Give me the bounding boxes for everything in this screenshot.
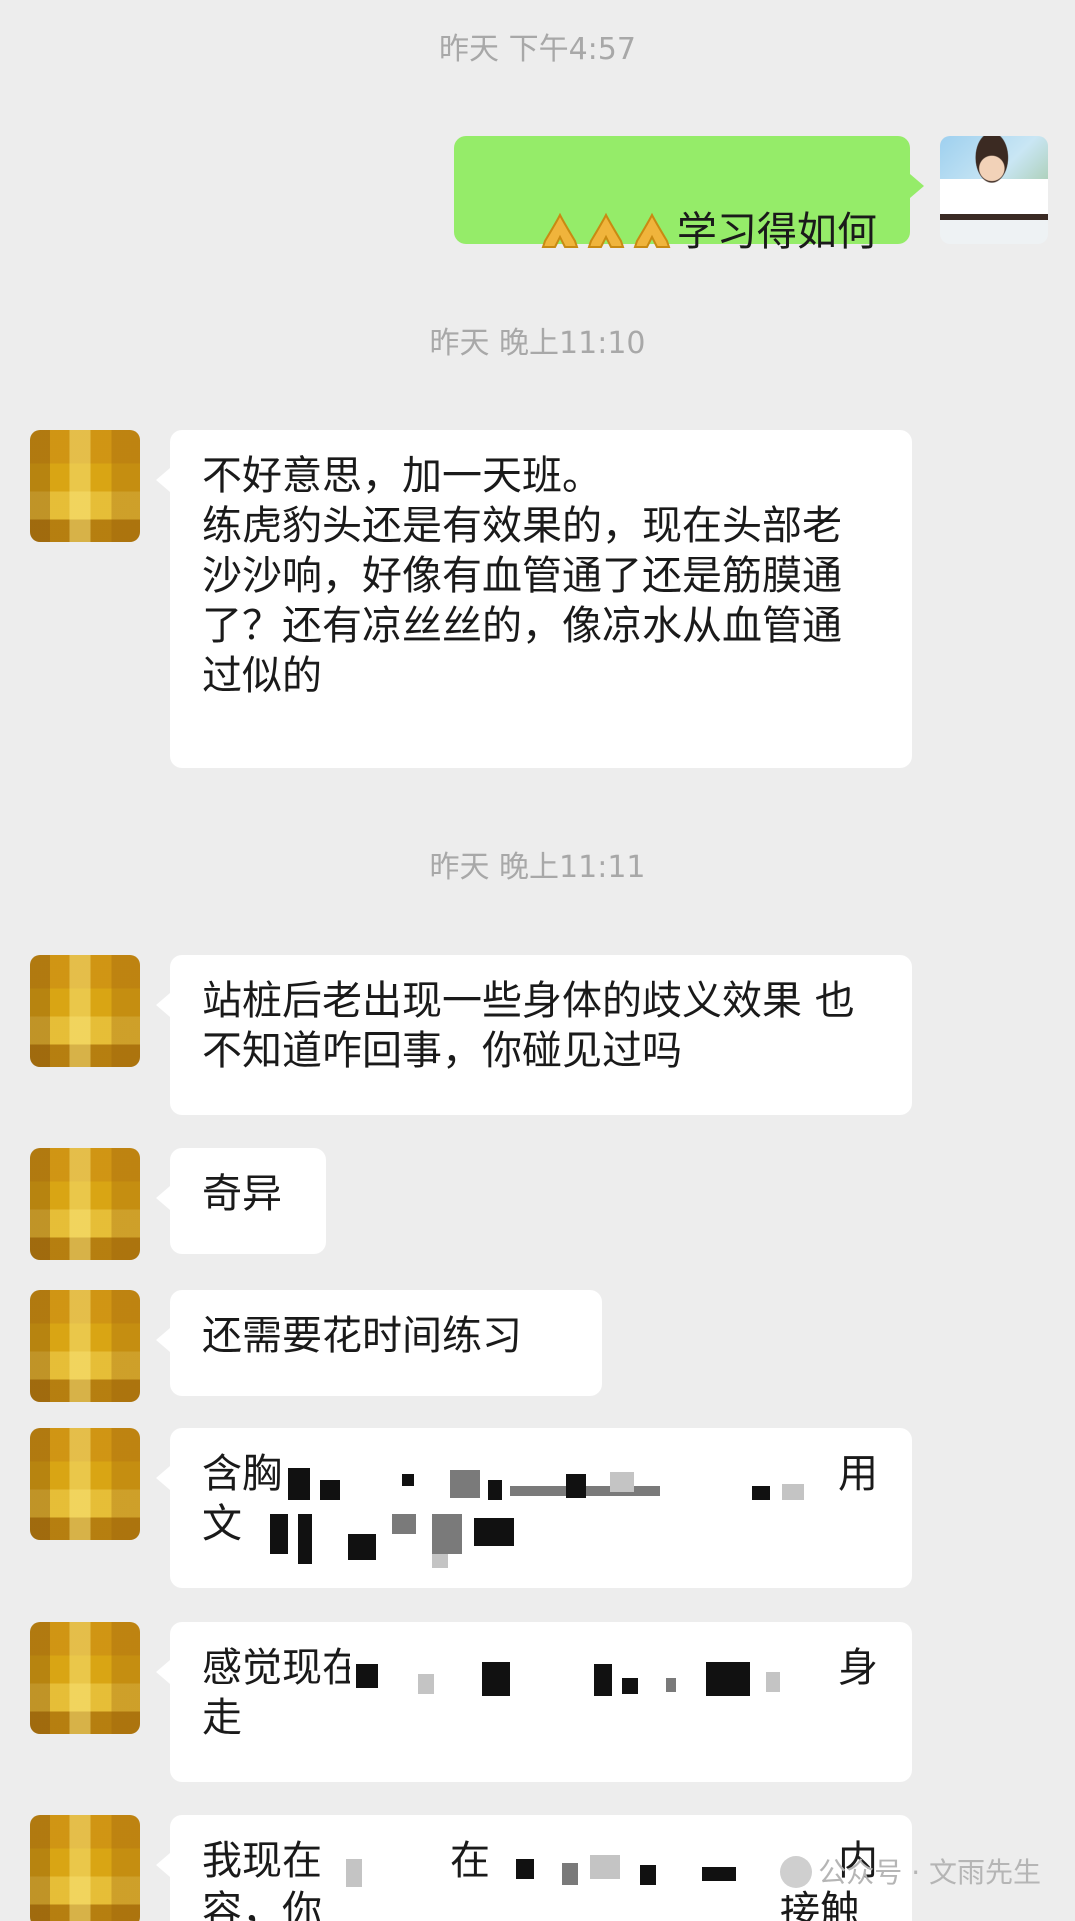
message-text: 身 bbox=[838, 1645, 878, 1691]
timestamp: 昨天 晚上11:11 bbox=[429, 850, 646, 885]
contact-avatar[interactable] bbox=[30, 1290, 140, 1402]
censor-pixel bbox=[566, 1474, 586, 1498]
received-message-bubble[interactable]: 感觉现在 身 走 bbox=[156, 1622, 912, 1782]
censor-pixel bbox=[288, 1468, 310, 1500]
censor-pixel bbox=[392, 1514, 416, 1534]
message-text: 走 bbox=[202, 1695, 242, 1741]
sent-message-bubble[interactable]: 学习得如何 bbox=[454, 136, 924, 255]
censor-pixel bbox=[610, 1472, 634, 1492]
censor-pixel bbox=[270, 1514, 288, 1554]
received-message-bubble[interactable]: 站桩后老出现一些身体的歧义效果 也不知道咋回事，你碰见过吗 bbox=[156, 955, 912, 1115]
censor-pixel bbox=[488, 1480, 502, 1500]
contact-avatar[interactable] bbox=[30, 1622, 140, 1734]
censor-pixel bbox=[418, 1674, 434, 1694]
censor-pixel bbox=[402, 1474, 414, 1486]
message-text: 含胸 bbox=[202, 1451, 282, 1497]
message-text: 感觉现在 bbox=[202, 1645, 362, 1691]
censor-pixel bbox=[590, 1855, 620, 1879]
my-avatar[interactable] bbox=[940, 136, 1048, 244]
censor-pixel bbox=[594, 1664, 612, 1696]
received-message-bubble[interactable]: 奇异 bbox=[156, 1148, 326, 1254]
censor-pixel bbox=[562, 1863, 578, 1885]
censor-pixel bbox=[320, 1480, 340, 1500]
censor-pixel bbox=[348, 1534, 376, 1560]
censor-pixel bbox=[432, 1514, 462, 1554]
message-text: 接触 bbox=[780, 1888, 860, 1921]
message-text: 容，你 bbox=[202, 1888, 322, 1921]
censor-pixel bbox=[450, 1470, 480, 1498]
received-message-bubble[interactable]: 含胸 用 文 bbox=[156, 1428, 912, 1588]
censor-pixel bbox=[702, 1867, 736, 1881]
censor-pixel bbox=[640, 1865, 656, 1885]
censor-pixel bbox=[474, 1518, 514, 1546]
censor-pixel bbox=[622, 1678, 638, 1694]
official-account-icon bbox=[780, 1856, 813, 1888]
contact-avatar[interactable] bbox=[30, 955, 140, 1067]
censor-pixel bbox=[782, 1484, 804, 1500]
timestamp: 昨天 晚上11:10 bbox=[429, 326, 646, 361]
censor-pixel bbox=[752, 1486, 770, 1500]
watermark: 公众号 · 文雨先生 bbox=[780, 1855, 1041, 1891]
timestamp: 昨天 下午4:57 bbox=[439, 32, 636, 67]
contact-avatar[interactable] bbox=[30, 1148, 140, 1260]
watermark-text: 公众号 · 文雨先生 bbox=[818, 1856, 1041, 1889]
message-text: 我现在 bbox=[202, 1838, 322, 1884]
censor-pixel bbox=[766, 1672, 780, 1692]
contact-avatar[interactable] bbox=[30, 1428, 140, 1540]
censor-pixel bbox=[298, 1514, 312, 1564]
praying-hands-icon bbox=[539, 209, 585, 255]
censor-pixel bbox=[346, 1859, 362, 1887]
received-message-bubble[interactable]: 不好意思，加一天班。 练虎豹头还是有效果的，现在头部老沙沙响，好像有血管通了还是… bbox=[156, 430, 912, 768]
contact-avatar[interactable] bbox=[30, 1815, 140, 1921]
censor-pixel bbox=[432, 1554, 448, 1568]
censor-pixel bbox=[666, 1678, 676, 1692]
chat-view: 昨天 下午4:57 学习得如何 昨天 晚上11:10 不好意思，加一天班。 练虎… bbox=[0, 0, 1075, 1921]
censor-pixel bbox=[706, 1662, 750, 1696]
censor-pixel bbox=[516, 1859, 534, 1879]
message-text: 用 bbox=[838, 1451, 878, 1497]
sent-message-text: 学习得如何 bbox=[676, 209, 877, 255]
censor-pixel bbox=[356, 1664, 378, 1688]
praying-hands-icon bbox=[585, 209, 631, 255]
praying-hands-icon bbox=[631, 209, 677, 255]
message-text: 文 bbox=[202, 1501, 242, 1547]
received-message-bubble[interactable]: 还需要花时间练习 bbox=[156, 1290, 602, 1396]
message-text: 在 bbox=[450, 1838, 490, 1884]
contact-avatar[interactable] bbox=[30, 430, 140, 542]
censor-pixel bbox=[482, 1662, 510, 1696]
